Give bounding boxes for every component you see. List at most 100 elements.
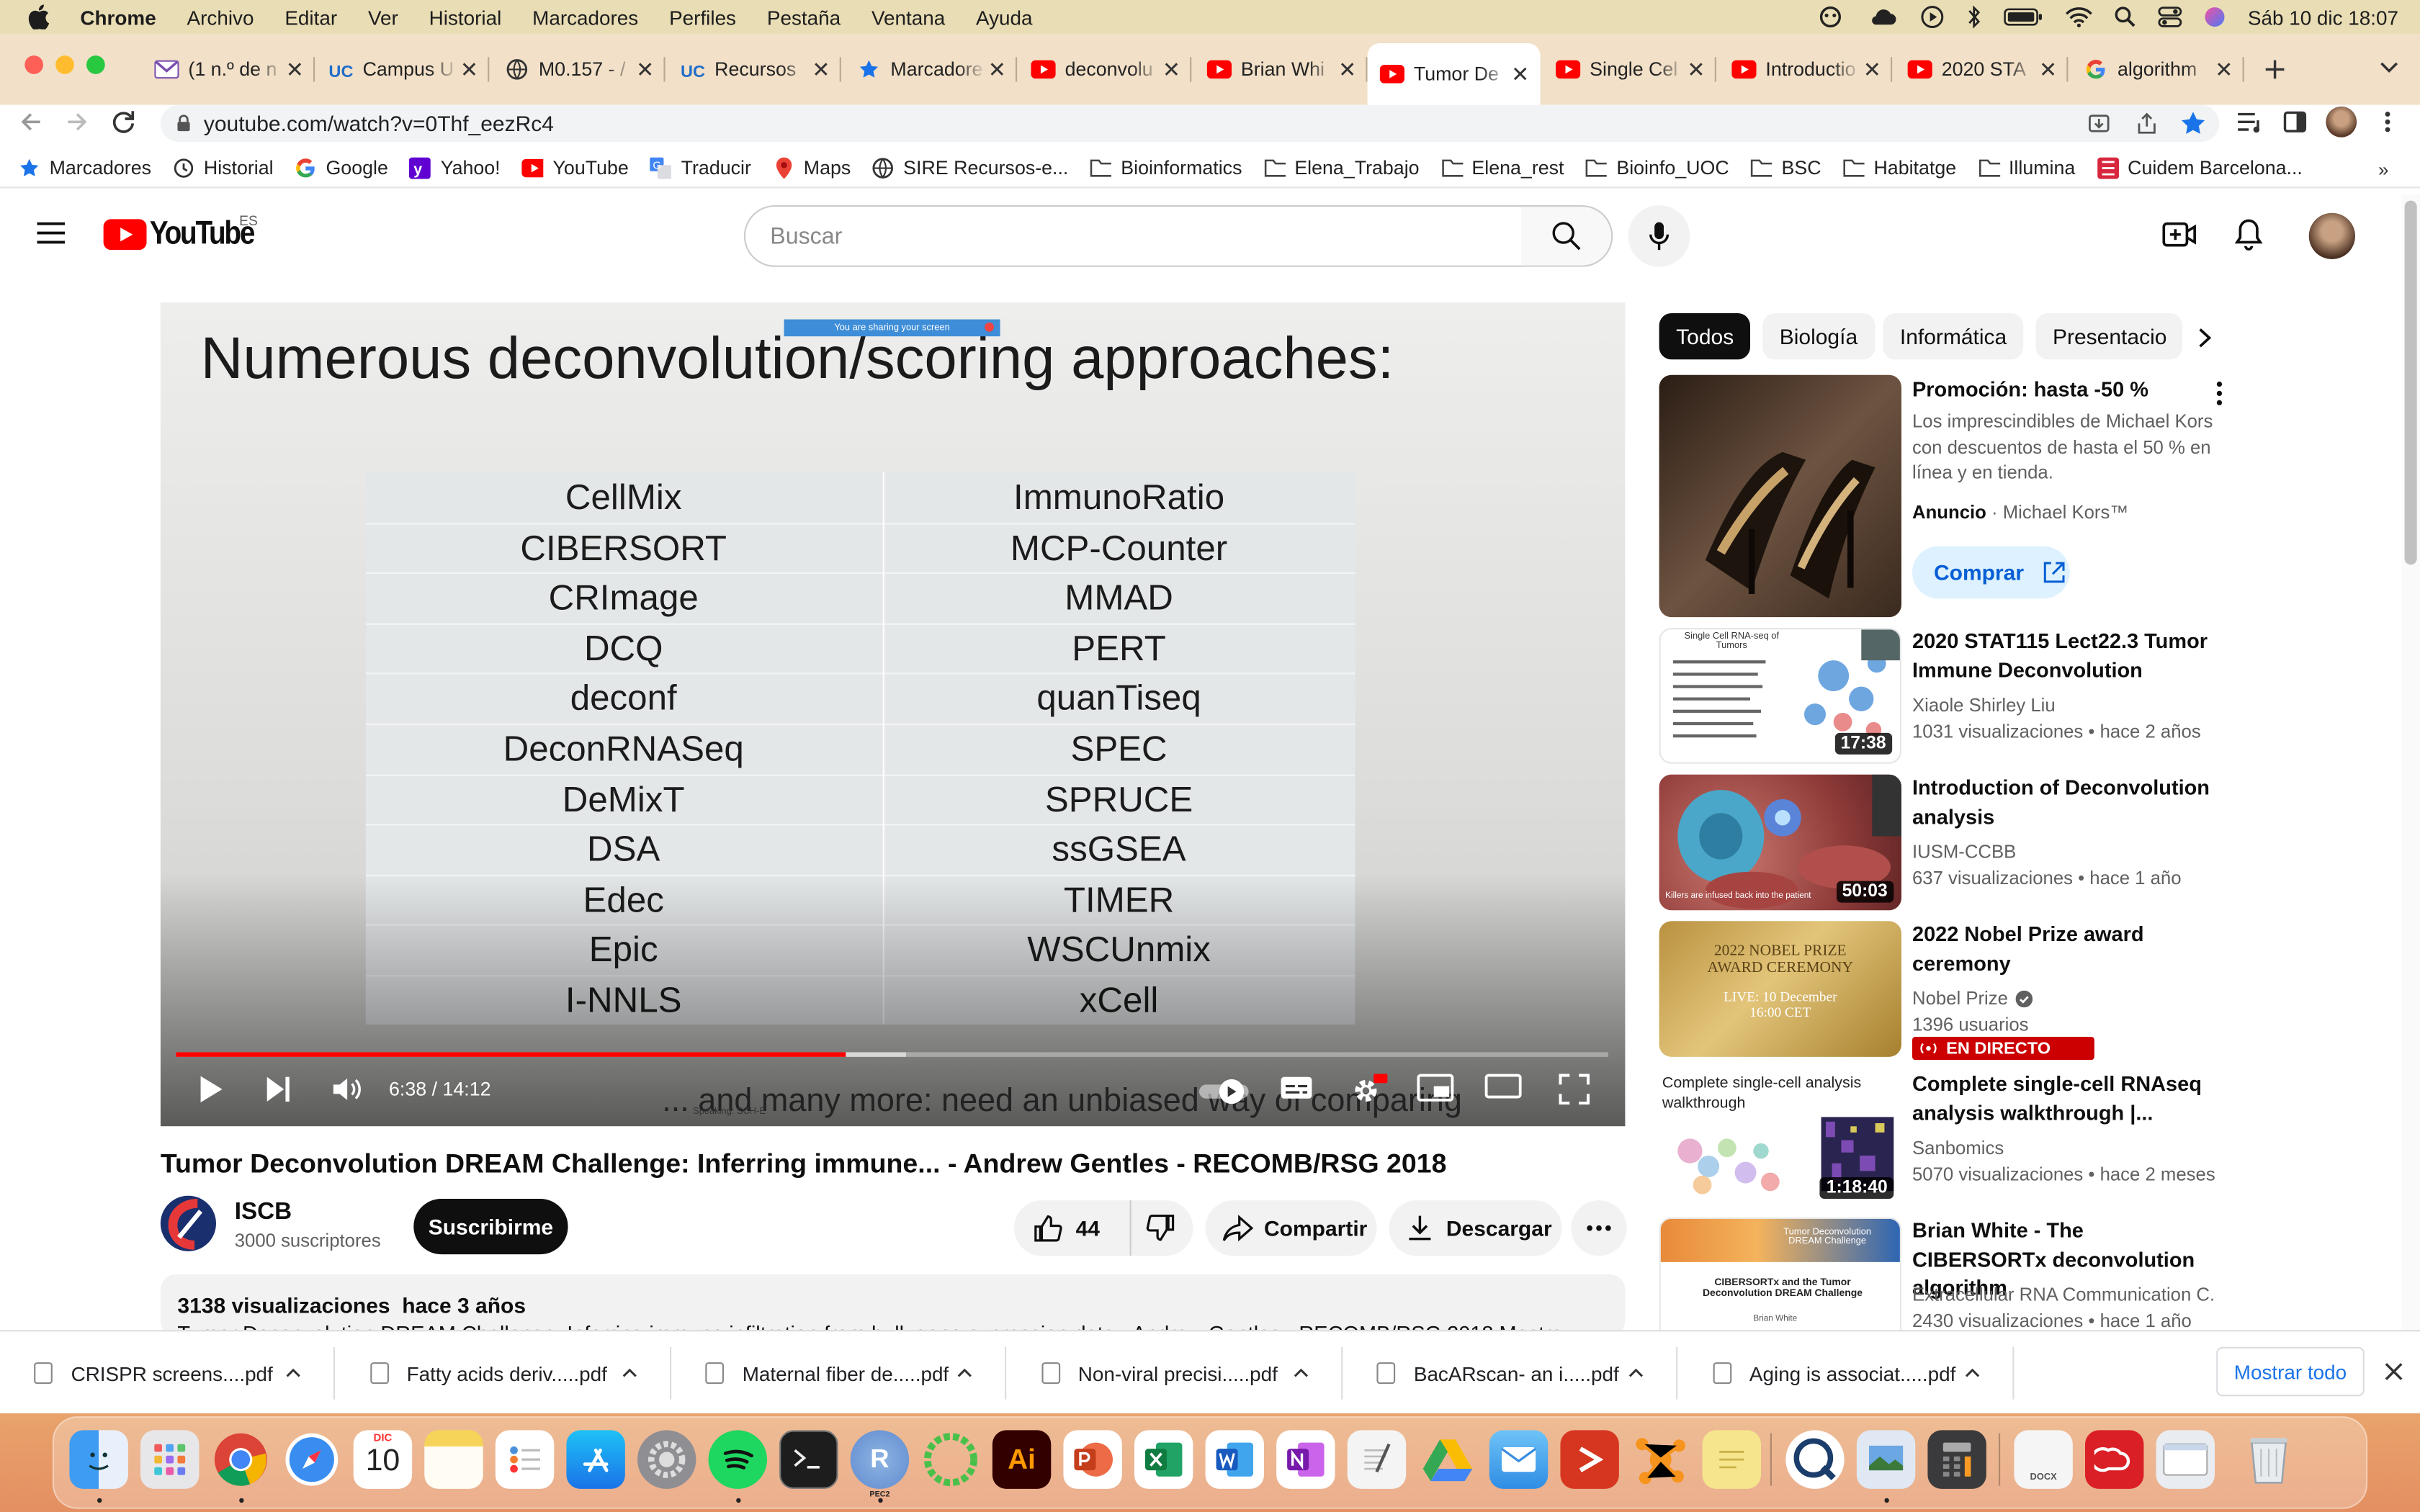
chips-next-button[interactable] [2182,316,2226,360]
bookmark-item[interactable]: G Traducir [650,156,751,179]
close-tab-icon[interactable]: ✕ [635,56,656,82]
bookmark-item[interactable]: Maps [773,156,851,179]
url-text[interactable]: youtube.com/watch?v=0Thf_eezRc4 [204,111,554,135]
volume-button[interactable] [331,1074,364,1104]
share-page-icon[interactable] [2135,111,2159,135]
download-button[interactable]: Descargar [1389,1200,1562,1256]
illustrator-icon[interactable]: Ai [992,1430,1052,1489]
stickies-icon[interactable] [1702,1430,1761,1489]
calendar-icon[interactable]: DIC 10 [353,1430,413,1489]
close-tab-icon[interactable]: ✕ [458,56,480,82]
chevron-up-icon[interactable] [1964,1368,1986,1378]
bookmark-item[interactable]: Elena_Trabajo [1263,157,1420,178]
ad-menu-icon[interactable] [2216,381,2223,405]
browser-tab[interactable]: Brian Whi ✕ [1195,46,1368,92]
suggestion-thumbnail[interactable]: Killers are infused back into the patien… [1659,774,1901,911]
more-actions-button[interactable] [1571,1200,1627,1256]
onenote-icon[interactable] [1276,1430,1335,1489]
menu-ayuda[interactable]: Ayuda [961,6,1048,29]
suggestion-item[interactable]: Tumor Deconvolution DREAM Challenge CIBE… [1659,1217,2238,1332]
bookmark-item[interactable]: Google [295,157,388,178]
close-tab-icon[interactable]: ✕ [1510,61,1531,87]
mail-icon[interactable] [1489,1430,1549,1489]
channel-avatar[interactable] [160,1195,216,1251]
suggestion-thumbnail[interactable]: 2022 NOBEL PRIZE AWARD CEREMONY LIVE: 10… [1659,921,1901,1057]
preview-icon[interactable] [1856,1430,1916,1489]
browser-tab[interactable]: Single Cel ✕ [1543,46,1716,92]
bluetooth-icon[interactable] [1967,4,1982,29]
activity-ring-icon[interactable] [921,1430,980,1488]
suggestion-item[interactable]: Single Cell RNA-seq of Tumors 17:38 2020… [1659,628,2238,764]
menu-chrome[interactable]: Chrome [65,6,171,29]
description-box[interactable]: 3138 visualizaciones hace 3 años Tumor D… [160,1274,1626,1346]
search-button[interactable] [1521,205,1613,267]
close-tab-icon[interactable]: ✕ [1160,56,1182,82]
chevron-up-icon[interactable] [1628,1368,1650,1378]
google-drive-icon[interactable] [1418,1430,1476,1488]
app-store-icon[interactable] [566,1430,625,1489]
minimize-window-button[interactable] [55,55,74,74]
ad-card[interactable]: Promoción: hasta -50 % Los imprescindibl… [1659,374,2238,622]
close-tab-icon[interactable]: ✕ [986,56,1008,82]
create-video-icon[interactable] [2162,220,2196,248]
menu-historial[interactable]: Historial [413,6,517,29]
suggestion-channel[interactable]: IUSM-CCBB [1912,841,2016,863]
forward-button[interactable] [65,109,89,134]
close-tab-icon[interactable]: ✕ [1685,56,1707,82]
profile-avatar[interactable] [2326,106,2357,138]
suggestion-title[interactable]: Complete single-cell RNAseq analysis wal… [1912,1071,2221,1128]
browser-tab[interactable]: 2020 STA ✕ [1895,46,2069,92]
play-circle-icon[interactable] [1921,4,1945,29]
close-tab-icon[interactable]: ✕ [284,56,305,82]
download-item[interactable]: CRISPR screens....pdf [0,1331,335,1415]
share-button[interactable]: Compartir [1205,1200,1377,1256]
youtube-account-avatar[interactable] [2308,212,2355,259]
youtube-logo[interactable]: YouTube ES [103,213,271,253]
suggestion-item[interactable]: Complete single-cell analysis walkthroug… [1659,1071,2238,1207]
download-item[interactable]: Non-viral precisi.....pdf [1007,1331,1343,1415]
ad-cta-button[interactable]: Comprar [1912,546,2070,599]
control-center-icon[interactable] [2159,6,2183,28]
browser-tab[interactable]: (1 n.º de n ✕ [142,46,315,92]
chevron-up-icon[interactable] [1293,1368,1314,1378]
suggestion-item[interactable]: 2022 NOBEL PRIZE AWARD CEREMONY LIVE: 10… [1659,921,2238,1061]
close-tab-icon[interactable]: ✕ [2038,56,2059,82]
rstudio-icon[interactable]: R PEC2 [850,1430,910,1500]
menu-marcadores[interactable]: Marcadores [517,6,654,29]
video-player[interactable]: Numerous deconvolution/scoring approache… [160,302,1626,1127]
bookmark-item[interactable]: Habitatge [1843,157,1956,178]
back-button[interactable] [19,109,43,134]
tab-search-icon[interactable] [2374,53,2405,84]
reload-button[interactable] [111,109,135,134]
close-tab-icon[interactable]: ✕ [1337,56,1358,82]
suggestion-channel[interactable]: Sanbomics [1912,1137,2004,1158]
ad-thumbnail[interactable] [1659,374,1901,618]
bookmark-star-icon[interactable] [2179,109,2208,138]
dislike-button[interactable] [1131,1212,1176,1243]
menu-pestana[interactable]: Pestaña [751,6,856,29]
search-input[interactable]: Buscar [743,205,1523,267]
suggestion-thumbnail[interactable]: Complete single-cell analysis walkthroug… [1659,1071,1901,1207]
theater-mode-button[interactable] [1484,1074,1522,1099]
notifications-bell-icon[interactable] [2234,217,2263,251]
bookmark-item[interactable]: Marcadores [19,157,151,178]
cloud-icon[interactable] [1868,6,1899,28]
menu-editar[interactable]: Editar [269,6,353,29]
close-window-button[interactable] [24,55,43,74]
cytoscape-icon[interactable] [1631,1430,1690,1488]
bookmark-item[interactable]: Illumina [1978,157,2075,178]
chrome-menu-icon[interactable] [2383,109,2393,134]
notes-icon[interactable] [424,1430,483,1489]
voice-search-button[interactable] [1628,205,1690,267]
media-controls-icon[interactable] [2236,109,2264,134]
tab-active[interactable]: Tumor De ✕ [1367,43,1541,105]
like-button[interactable]: 44 [1014,1200,1131,1256]
bookmark-item[interactable]: Elena_rest [1441,157,1564,178]
download-item[interactable]: Aging is associat.....pdf [1678,1331,2014,1415]
browser-tab[interactable]: UC Campus U ✕ [316,46,490,92]
play-button[interactable] [197,1074,225,1104]
browser-tab[interactable]: Marcadore ✕ [844,46,1018,92]
autoplay-toggle[interactable] [1198,1077,1253,1105]
filter-chip[interactable]: Biología [1762,313,1875,360]
hamburger-menu-icon[interactable] [37,222,65,244]
